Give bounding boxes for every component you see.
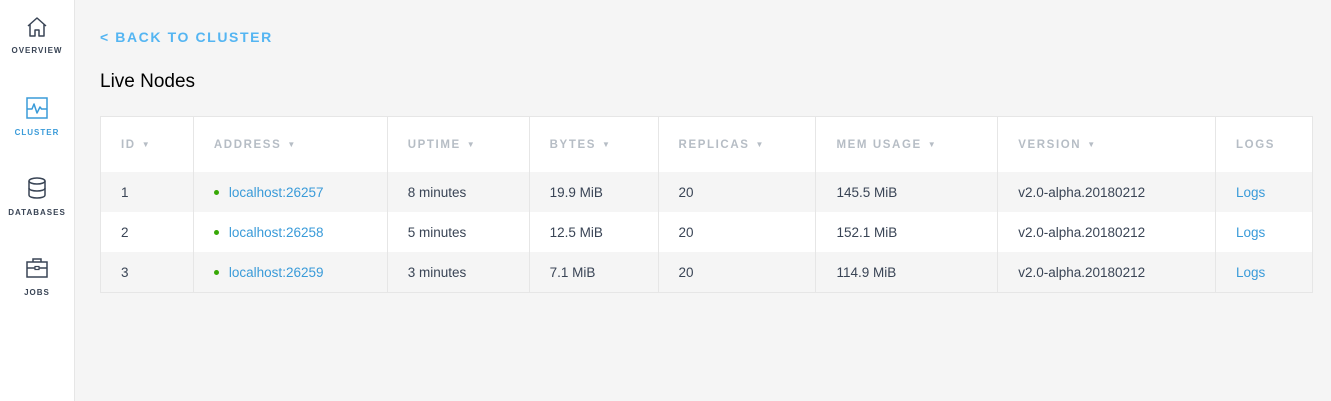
column-header-replicas[interactable]: REPLICAS ▼ — [658, 116, 817, 172]
sidebar-item-label: JOBS — [24, 288, 50, 297]
node-version: v2.0-alpha.20180212 — [997, 212, 1217, 252]
node-logs-cell: Logs — [1215, 212, 1313, 252]
node-address-cell: localhost:26257 — [193, 172, 388, 212]
logs-link[interactable]: Logs — [1236, 265, 1265, 280]
node-mem-usage: 145.5 MiB — [815, 172, 999, 212]
main-content: < BACK TO CLUSTER Live Nodes ID ▼ ADDRESS… — [75, 0, 1331, 401]
node-address-link[interactable]: localhost:26258 — [229, 225, 324, 240]
live-status-dot — [213, 189, 219, 195]
table-row: 1 localhost:26257 8 minutes 19.9 MiB 20 … — [100, 172, 1313, 212]
pulse-icon — [26, 97, 48, 119]
live-nodes-table: ID ▼ ADDRESS ▼ UPTIME ▼ BYTES ▼ REPLICAS ▼ ME… — [100, 116, 1313, 293]
node-address-cell: localhost:26259 — [193, 252, 388, 293]
sidebar-item-label: CLUSTER — [14, 128, 60, 137]
sidebar-item-label: OVERVIEW — [11, 46, 63, 55]
sidebar-item-label: DATABASES — [8, 208, 66, 217]
node-version: v2.0-alpha.20180212 — [997, 172, 1217, 212]
table-row: 2 localhost:26258 5 minutes 12.5 MiB 20 … — [100, 212, 1313, 252]
sidebar-item-overview[interactable]: OVERVIEW — [0, 16, 74, 55]
node-id: 2 — [100, 212, 194, 252]
database-icon — [28, 177, 46, 199]
node-logs-cell: Logs — [1215, 172, 1313, 212]
column-header-id[interactable]: ID ▼ — [100, 116, 194, 172]
node-version: v2.0-alpha.20180212 — [997, 252, 1217, 293]
node-bytes: 7.1 MiB — [529, 252, 659, 293]
node-replicas: 20 — [658, 212, 817, 252]
sort-arrow-icon: ▼ — [466, 139, 477, 149]
sort-arrow-icon: ▼ — [601, 139, 612, 149]
sort-arrow-icon: ▼ — [287, 139, 297, 149]
sort-arrow-icon: ▼ — [927, 139, 938, 149]
node-logs-cell: Logs — [1215, 252, 1313, 293]
node-address-link[interactable]: localhost:26257 — [229, 185, 324, 200]
sidebar-item-jobs[interactable]: JOBS — [0, 256, 74, 297]
logs-link[interactable]: Logs — [1236, 185, 1265, 200]
table-header-row: ID ▼ ADDRESS ▼ UPTIME ▼ BYTES ▼ REPLICAS ▼ ME… — [100, 116, 1313, 172]
sidebar-item-cluster[interactable]: CLUSTER — [0, 96, 74, 137]
node-id: 1 — [100, 172, 194, 212]
node-uptime: 3 minutes — [387, 252, 530, 293]
column-header-mem-usage[interactable]: MEM USAGE ▼ — [815, 116, 999, 172]
logs-link[interactable]: Logs — [1236, 225, 1265, 240]
sort-arrow-icon: ▼ — [755, 139, 766, 149]
node-bytes: 19.9 MiB — [529, 172, 659, 212]
node-mem-usage: 114.9 MiB — [815, 252, 999, 293]
table-row: 3 localhost:26259 3 minutes 7.1 MiB 20 1… — [100, 252, 1313, 293]
node-mem-usage: 152.1 MiB — [815, 212, 999, 252]
sort-arrow-icon: ▼ — [1087, 139, 1097, 149]
column-header-logs: LOGS — [1215, 116, 1313, 172]
node-uptime: 8 minutes — [387, 172, 530, 212]
column-header-version[interactable]: VERSION ▼ — [997, 116, 1217, 172]
live-status-dot — [213, 269, 219, 275]
live-status-dot — [213, 229, 219, 235]
column-header-address[interactable]: ADDRESS ▼ — [193, 116, 388, 172]
sidebar: OVERVIEW CLUSTER DATABASES JOBS — [0, 0, 75, 401]
node-replicas: 20 — [658, 172, 817, 212]
briefcase-icon — [26, 258, 48, 278]
page-title: Live Nodes — [100, 71, 196, 92]
column-header-bytes[interactable]: BYTES ▼ — [529, 116, 659, 172]
node-address-cell: localhost:26258 — [193, 212, 388, 252]
node-uptime: 5 minutes — [387, 212, 530, 252]
column-header-uptime[interactable]: UPTIME ▼ — [387, 116, 530, 172]
sort-arrow-icon: ▼ — [141, 139, 152, 149]
node-id: 3 — [100, 252, 194, 293]
node-bytes: 12.5 MiB — [529, 212, 659, 252]
home-icon — [27, 17, 47, 37]
node-address-link[interactable]: localhost:26259 — [229, 265, 324, 280]
node-replicas: 20 — [658, 252, 817, 293]
sidebar-item-databases[interactable]: DATABASES — [0, 176, 74, 217]
back-to-cluster-link[interactable]: < BACK TO CLUSTER — [100, 29, 273, 45]
